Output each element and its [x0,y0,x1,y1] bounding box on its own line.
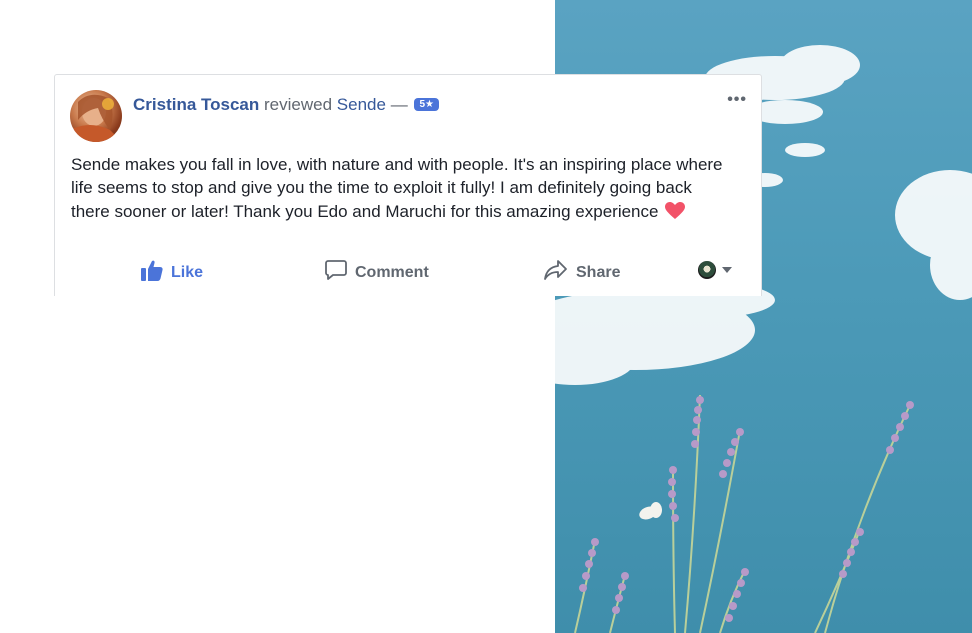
review-text: Sende makes you fall in love, with natur… [71,153,731,226]
share-label: Share [576,263,621,281]
caret-down-icon [722,267,732,273]
thumbs-up-icon [141,259,163,286]
reviewed-text: reviewed [264,95,333,114]
comment-label: Comment [355,263,429,281]
share-arrow-icon [544,259,568,286]
page-name-link[interactable]: Sende [337,95,386,114]
action-bar: Like Comment Share [55,255,761,285]
more-options-button[interactable]: ••• [727,91,747,109]
like-button[interactable]: Like [141,259,203,286]
rating-badge: 5★ [414,98,439,111]
review-post-card: Cristina Toscan reviewed Sende — 5★ ••• … [54,74,762,296]
like-label: Like [171,263,204,281]
dash-separator: — [390,95,408,114]
heart-emoji-icon [665,201,686,226]
avatar[interactable] [70,90,122,142]
page-avatar-icon [698,261,716,279]
review-header: Cristina Toscan reviewed Sende — 5★ [133,95,439,115]
author-name-link[interactable]: Cristina Toscan [133,95,259,114]
comment-bubble-icon [325,259,347,286]
review-body: Sende makes you fall in love, with natur… [71,155,723,221]
comment-button[interactable]: Comment [325,259,429,286]
audience-selector[interactable] [698,261,732,279]
share-button[interactable]: Share [544,259,620,286]
